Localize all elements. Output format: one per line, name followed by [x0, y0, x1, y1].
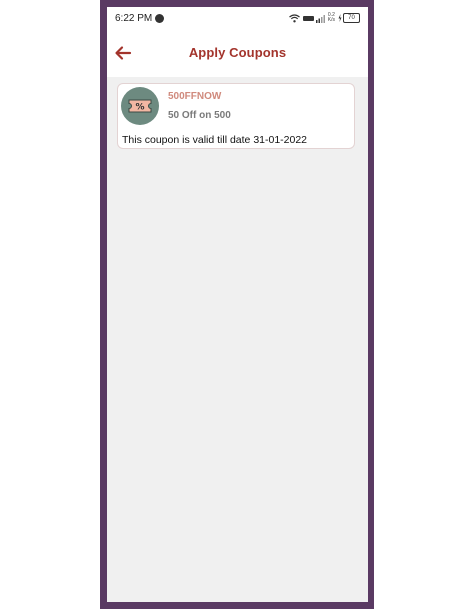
network-speed-unit: K/s — [327, 17, 335, 23]
status-time: 6:22 PM — [115, 13, 153, 24]
status-icons: 0.2 K/s 70 — [288, 13, 360, 23]
status-bar: 6:22 PM 0.2 K/s 70 — [107, 7, 368, 31]
coupon-code: 500FFNOW — [168, 91, 222, 102]
battery-level: 70 — [343, 13, 360, 23]
volte-signal-icon — [302, 14, 325, 23]
coupon-percent-icon: % — [121, 87, 159, 125]
coupon-card[interactable]: % 500FFNOW 50 Off on 500 This coupon is … — [117, 83, 355, 149]
svg-text:%: % — [135, 103, 144, 113]
battery-icon: 70 — [338, 13, 360, 23]
wifi-icon — [288, 13, 300, 23]
notification-app-icon — [155, 14, 164, 23]
app-screen: 6:22 PM 0.2 K/s 70 Apply Coupons % 500FF… — [107, 7, 368, 602]
app-header: Apply Coupons — [107, 31, 368, 77]
coupon-validity: This coupon is valid till date 31-01-202… — [122, 134, 308, 146]
network-speed-indicator: 0.2 K/s — [328, 13, 335, 23]
page-title: Apply Coupons — [188, 45, 287, 60]
coupon-description: 50 Off on 500 — [168, 110, 231, 121]
